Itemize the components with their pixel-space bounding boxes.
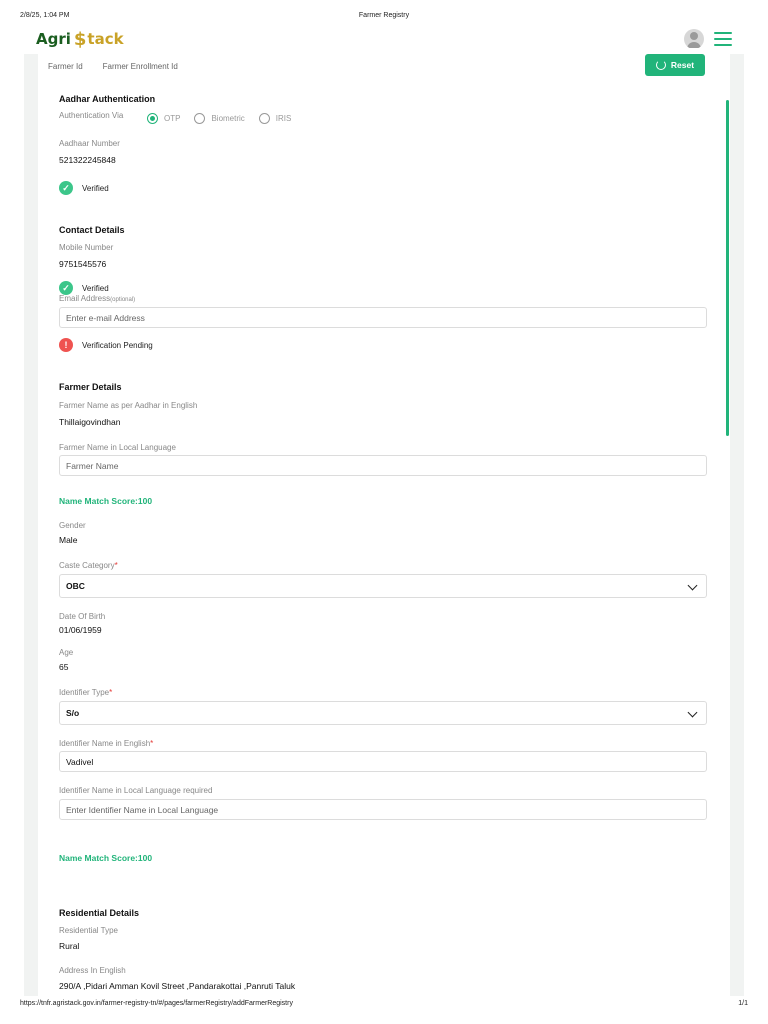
gender-value: Male (59, 535, 78, 545)
farmer-name-english-label: Farmer Name as per Aadhar in English (59, 401, 198, 410)
identifier-name-local-field[interactable]: Enter Identifier Name in Local Language (59, 799, 707, 820)
farmer-name-english-value: Thillaigovindhan (59, 417, 121, 427)
farmer-enrollment-id-label: Farmer Enrollment Id (102, 62, 178, 71)
print-page-title: Farmer Registry (358, 12, 410, 19)
reset-button-label: Reset (670, 60, 695, 70)
id-labels-row: Farmer Id Farmer Enrollment Id (48, 62, 178, 71)
scrollbar[interactable] (726, 100, 729, 436)
reset-button[interactable]: Reset (645, 54, 705, 76)
aadhaar-number-label: Aadhaar Number (59, 139, 120, 148)
farmer-section-title: Farmer Details (59, 382, 122, 392)
logo-text-agri: Agri (36, 30, 71, 48)
print-page-count: 1/1 (738, 1000, 748, 1007)
email-status: ! Verification Pending (59, 338, 153, 352)
identifier-type-label: Identifier Type* (59, 688, 113, 697)
radio-iris[interactable]: IRIS (258, 113, 291, 124)
print-footer: https://tnfr.agristack.gov.in/farmer-reg… (20, 1000, 748, 1010)
registration-form-card: Farmer Id Farmer Enrollment Id Reset Aad… (38, 48, 730, 996)
dob-value: 01/06/1959 (59, 625, 102, 635)
address-english-value: 290/A ,Pidari Amman Kovil Street ,Pandar… (59, 981, 296, 991)
contact-section-title: Contact Details (59, 225, 125, 235)
check-icon: ✓ (59, 181, 73, 195)
identifier-name-local-label: Identifier Name in Local Language requir… (59, 786, 213, 795)
print-url: https://tnfr.agristack.gov.in/farmer-reg… (20, 1000, 293, 1007)
mobile-number-value: 9751545576 (59, 259, 107, 269)
user-avatar-icon[interactable] (684, 29, 704, 49)
name-match-score: Name Match Score:100 (59, 496, 153, 506)
alert-icon: ! (59, 338, 73, 352)
logo-text-tack: tack (87, 30, 124, 48)
email-address-label: Email Address(optional) (59, 294, 136, 303)
hamburger-menu-icon[interactable] (714, 32, 732, 46)
identifier-name-english-field[interactable]: Vadivel (59, 751, 707, 772)
aadhaar-number-value: 521322245848 (59, 155, 116, 165)
chevron-down-icon (687, 580, 698, 591)
name-match-score: Name Match Score:100 (59, 853, 153, 863)
farmer-name-local-field[interactable]: Farmer Name (59, 455, 707, 476)
aadhaar-status: ✓ Verified (59, 181, 109, 195)
mobile-number-label: Mobile Number (59, 243, 114, 252)
check-icon: ✓ (59, 281, 73, 295)
radio-otp[interactable]: OTP (147, 113, 180, 124)
age-label: Age (59, 648, 74, 657)
refresh-icon (655, 60, 666, 70)
gender-label: Gender (59, 521, 86, 530)
identifier-name-english-label: Identifier Name in English* (59, 739, 154, 748)
aadhar-section-title: Aadhar Authentication (59, 94, 156, 104)
caste-category-select[interactable]: OBC (59, 574, 707, 598)
residential-section-title: Residential Details (59, 908, 140, 918)
dob-label: Date Of Birth (59, 612, 106, 621)
farmer-name-local-label: Farmer Name in Local Language (59, 443, 176, 452)
caste-category-label: Caste Category* (59, 561, 118, 570)
agristack-logo[interactable]: Agri $ tack (36, 28, 124, 50)
age-value: 65 (59, 662, 69, 672)
authentication-via-radios: OTP Biometric IRIS (147, 113, 305, 124)
authentication-via-label: Authentication Via (59, 111, 124, 120)
residential-type-label: Residential Type (59, 926, 118, 935)
email-field[interactable]: Enter e-mail Address (59, 307, 707, 328)
print-header: 2/8/25, 1:04 PM Farmer Registry (20, 12, 748, 22)
chevron-down-icon (687, 707, 698, 718)
radio-biometric[interactable]: Biometric (194, 113, 245, 124)
logo-mark: $ (73, 28, 87, 50)
residential-type-value: Rural (59, 941, 80, 951)
identifier-type-select[interactable]: S/o (59, 701, 707, 725)
address-english-label: Address In English (59, 966, 126, 975)
mobile-status: ✓ Verified (59, 281, 109, 295)
app-window: Agri $ tack Farmer Id Farmer Enrollment … (24, 24, 744, 996)
farmer-id-label: Farmer Id (48, 62, 83, 71)
